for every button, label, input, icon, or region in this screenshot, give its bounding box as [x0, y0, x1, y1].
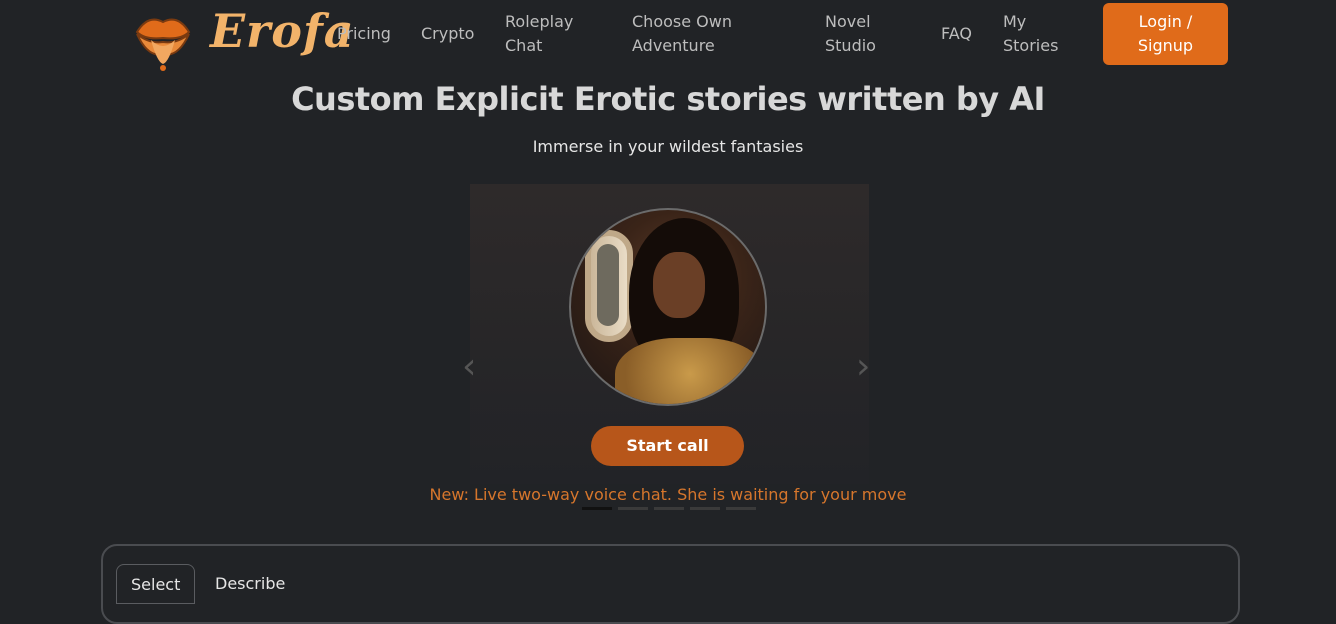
carousel-caption: New: Live two-way voice chat. She is wai…: [429, 485, 907, 504]
airplane-window: [585, 230, 633, 342]
carousel-dot-5[interactable]: [726, 507, 756, 510]
carousel-dot-2[interactable]: [618, 507, 648, 510]
tab-describe[interactable]: Describe: [201, 564, 299, 604]
nav-crypto[interactable]: Crypto: [421, 22, 474, 46]
nav-roleplay-line1: Roleplay: [505, 12, 574, 31]
carousel-dot-4[interactable]: [690, 507, 720, 510]
page-subtitle: Immerse in your wildest fantasies: [532, 137, 804, 156]
character-portrait: [569, 208, 767, 406]
login-line1: Login /: [1138, 12, 1193, 31]
nav-mystories-line2: Stories: [1003, 36, 1059, 55]
voice-chat-carousel: ‹ › Start call: [462, 184, 870, 484]
nav-faq[interactable]: FAQ: [941, 22, 972, 46]
nav-my-stories[interactable]: My Stories: [1003, 10, 1083, 58]
portrait-dress: [615, 338, 765, 404]
nav-novel-line2: Studio: [825, 36, 876, 55]
carousel-dot-3[interactable]: [654, 507, 684, 510]
nav-roleplay-line2: Chat: [505, 36, 543, 55]
tab-select[interactable]: Select: [116, 564, 196, 604]
page-title: Custom Explicit Erotic stories written b…: [291, 80, 1045, 118]
chevron-left-icon[interactable]: ‹: [462, 349, 476, 385]
chevron-right-icon[interactable]: ›: [856, 349, 870, 385]
nav-cyoa-line1: Choose Own: [632, 12, 732, 31]
nav-novel-line1: Novel: [825, 12, 871, 31]
nav-novel-studio[interactable]: Novel Studio: [825, 10, 905, 58]
nav-roleplay-chat[interactable]: Roleplay Chat: [505, 10, 605, 58]
nav-cyoa-line2: Adventure: [632, 36, 715, 55]
start-call-button[interactable]: Start call: [591, 426, 744, 466]
brand-logo-text[interactable]: Erofa: [210, 4, 355, 58]
nav-mystories-line1: My: [1003, 12, 1027, 31]
login-signup-button[interactable]: Login / Signup: [1103, 3, 1228, 65]
nav-pricing[interactable]: Pricing: [337, 22, 391, 46]
portrait-face: [653, 252, 705, 318]
carousel-dot-1[interactable]: [582, 507, 612, 510]
site-header: Erofa Pricing Crypto Roleplay Chat Choos…: [0, 0, 1336, 72]
login-line2: Signup: [1137, 36, 1194, 55]
story-options-panel: Select Describe: [101, 544, 1240, 624]
nav-choose-own-adventure[interactable]: Choose Own Adventure: [632, 10, 782, 58]
lips-logo-icon[interactable]: [133, 6, 193, 72]
carousel-indicators: [582, 507, 756, 510]
